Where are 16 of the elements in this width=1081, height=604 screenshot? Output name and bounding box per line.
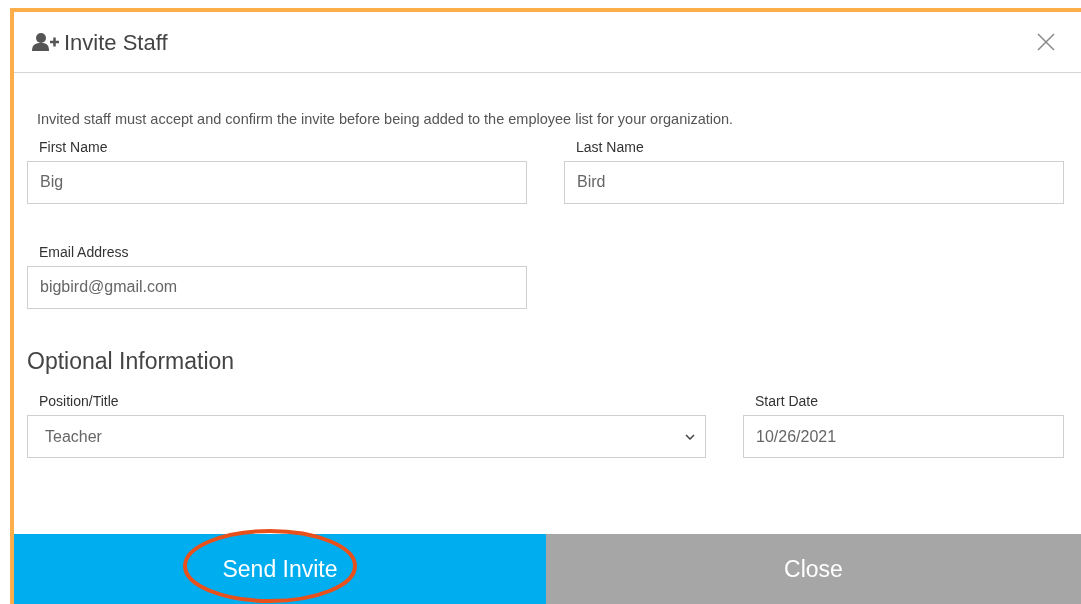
chevron-down-icon [685, 433, 695, 440]
text-field[interactable]: Bird [564, 160, 1064, 204]
field-label: Last Name [576, 137, 645, 157]
field-label: Start Date [755, 392, 820, 412]
field-label: First Name [39, 137, 109, 157]
field-label: Email Address [39, 242, 130, 262]
close-icon[interactable] [1037, 33, 1055, 51]
add-user-icon [32, 32, 60, 52]
dialog-title: Invite Staff [64, 28, 168, 57]
field-label: Position/Title [39, 392, 120, 412]
section-heading: Optional Information [27, 346, 236, 376]
text-field[interactable]: 10/26/2021 [743, 415, 1064, 459]
description-text: Invited staff must accept and confirm the invite before being added to the employee list for your organization. [37, 110, 735, 129]
text-field[interactable]: Big [27, 160, 527, 204]
position-select[interactable]: Teacher [27, 415, 706, 459]
text-field[interactable]: bigbird@gmail.com [27, 265, 527, 309]
